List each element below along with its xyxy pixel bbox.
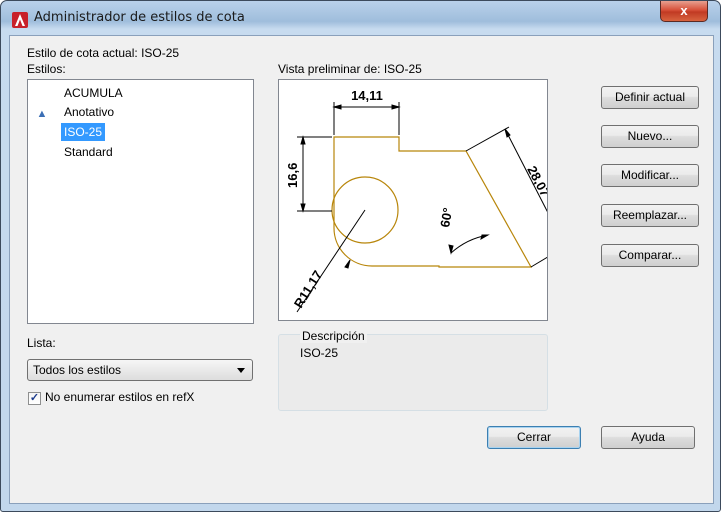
dimension-style-preview: 14,11 16,6 28,07 60° R11,17 xyxy=(278,79,572,321)
new-button[interactable]: Nuevo... xyxy=(601,125,699,148)
dim-diag-text: 28,07 xyxy=(524,163,547,199)
list-label: Lista: xyxy=(27,336,56,350)
preview-drawing: 14,11 16,6 28,07 60° R11,17 xyxy=(285,88,572,313)
current-style-label: Estilo de cota actual: ISO-25 xyxy=(27,46,180,60)
override-button[interactable]: Reemplazar... xyxy=(601,204,699,227)
styles-list[interactable]: ACUMULA ▲ Anotativo ISO-25 Standard xyxy=(27,79,254,324)
style-item-label: Standard xyxy=(64,145,113,159)
help-button[interactable]: Ayuda xyxy=(601,426,695,449)
xref-filter-label: No enumerar estilos en refX xyxy=(45,390,195,404)
dim-angle-text: 60° xyxy=(437,207,455,229)
chevron-down-icon xyxy=(237,368,245,373)
style-item-label: ACUMULA xyxy=(64,86,123,100)
dimension-style-manager-window: Administrador de estilos de cota x Estil… xyxy=(0,0,721,512)
autocad-app-icon xyxy=(12,12,28,28)
title-bar[interactable]: Administrador de estilos de cota x xyxy=(1,1,720,36)
part-outline xyxy=(331,136,533,268)
annotative-icon: ▲ xyxy=(36,108,48,120)
preview-label: Vista preliminar de: ISO-25 xyxy=(278,62,422,76)
style-item-anotativo[interactable]: Anotativo xyxy=(61,103,117,121)
close-window-button[interactable]: x xyxy=(660,1,708,22)
dim-left-text: 16,6 xyxy=(285,163,300,188)
style-item-standard[interactable]: Standard xyxy=(61,143,116,161)
list-filter-dropdown[interactable]: Todos los estilos xyxy=(27,359,253,381)
style-item-acumula[interactable]: ACUMULA xyxy=(61,84,126,102)
window-title: Administrador de estilos de cota xyxy=(34,10,245,25)
style-item-label: Anotativo xyxy=(64,105,115,119)
description-text: ISO-25 xyxy=(300,346,339,360)
dim-top-text: 14,11 xyxy=(351,88,383,103)
list-filter-value: Todos los estilos xyxy=(33,363,122,377)
style-item-label: ISO-25 xyxy=(64,125,103,139)
dim-radius-text: R11,17 xyxy=(291,268,326,311)
styles-label: Estilos: xyxy=(27,62,66,76)
compare-button[interactable]: Comparar... xyxy=(601,244,699,267)
xref-filter-checkbox[interactable]: ✓ xyxy=(28,392,41,405)
modify-button[interactable]: Modificar... xyxy=(601,164,699,187)
close-button[interactable]: Cerrar xyxy=(487,426,581,449)
description-legend: Descripción xyxy=(300,329,367,343)
set-current-button[interactable]: Definir actual xyxy=(601,86,699,109)
style-item-iso-25[interactable]: ISO-25 xyxy=(61,123,106,141)
